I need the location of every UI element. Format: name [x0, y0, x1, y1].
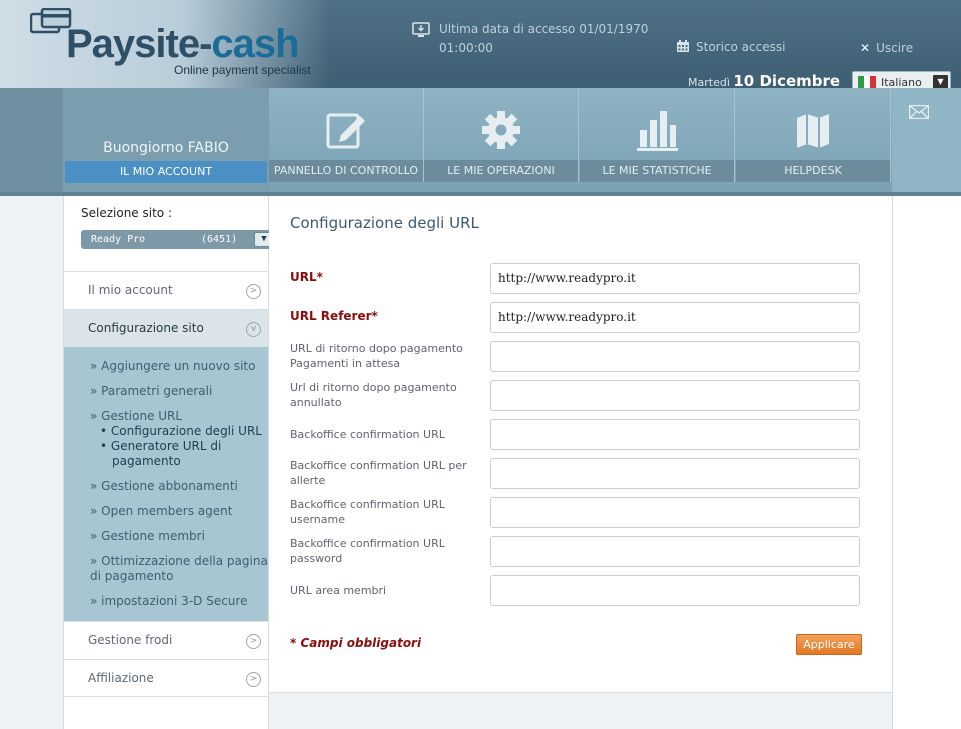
account-box: Buongiorno FABIO IL MIO ACCOUNT	[63, 88, 269, 194]
pending-return-url-field[interactable]	[490, 341, 860, 372]
history-label: Storico accessi	[696, 40, 786, 54]
submenu-members[interactable]: » Gestione membri	[90, 529, 205, 544]
nav-left-spacer	[0, 88, 63, 194]
site-name: Ready Pro	[91, 234, 146, 245]
map-icon	[797, 114, 829, 148]
submenu-payment-url-generator-cont[interactable]: pagamento	[112, 454, 181, 469]
url-field[interactable]: http://www.readypro.it	[490, 263, 860, 294]
tab-control-panel-label: PANNELLO DI CONTROLLO	[269, 160, 423, 182]
gear-icon	[482, 111, 520, 149]
submenu-payment-url-generator[interactable]: • Generatore URL di	[100, 439, 221, 454]
chevron-right-icon: >	[246, 284, 261, 299]
submenu-general-params[interactable]: » Parametri generali	[90, 384, 212, 399]
logo-text: Paysite-cash	[66, 22, 300, 66]
url-referer-label: URL Referer*	[290, 309, 378, 323]
apply-button[interactable]: Applicare	[796, 634, 862, 655]
edit-icon	[326, 113, 365, 149]
cancel-return-url-field[interactable]	[490, 380, 860, 411]
submenu-3d-secure[interactable]: » impostazioni 3-D Secure	[90, 594, 247, 609]
tab-helpdesk-label: HELPDESK	[736, 160, 890, 182]
backoffice-password-field[interactable]	[490, 536, 860, 567]
backoffice-confirmation-url-label: Backoffice confirmation URL	[290, 428, 445, 441]
sidebar: Selezione sito : Ready Pro (6451) ▼ Il m…	[63, 196, 276, 729]
tab-my-operations-label: LE MIE OPERAZIONI	[424, 160, 578, 182]
pending-return-url-label: URL di ritorno dopo pagamento Pagamenti …	[290, 342, 463, 370]
bar-chart-icon	[637, 111, 678, 151]
submenu-payment-page-optimization[interactable]: » Ottimizzazione della pagina	[90, 554, 268, 569]
submenu-open-members-agent[interactable]: » Open members agent	[90, 504, 232, 519]
close-icon: ✕	[860, 41, 871, 55]
mail-icon[interactable]	[909, 105, 929, 119]
logo-tagline: Online payment specialist	[174, 63, 311, 77]
submenu-payment-page-optimization-cont[interactable]: di pagamento	[90, 569, 173, 584]
mail-area	[892, 88, 961, 194]
backoffice-alert-url-field[interactable]	[490, 458, 860, 489]
required-fields-note: * Campi obbligatori	[290, 636, 422, 650]
url-label: URL*	[290, 270, 323, 284]
site-select-label: Selezione sito :	[81, 206, 172, 220]
last-access-info: Ultima data di accesso 01/01/1970 01:00:…	[412, 20, 648, 58]
members-area-url-label: URL area membri	[290, 584, 387, 597]
site-code: (6451)	[201, 234, 238, 245]
sidebar-item-affiliation[interactable]: Affiliazione >	[64, 659, 268, 697]
logout-link[interactable]: ✕ Uscire	[860, 41, 913, 55]
main-content: Configurazione degli URL URL* http://www…	[269, 196, 892, 693]
chevron-right-icon: >	[246, 672, 261, 687]
url-referer-field[interactable]: http://www.readypro.it	[490, 302, 860, 333]
tab-my-account[interactable]: IL MIO ACCOUNT	[65, 161, 267, 183]
sidebar-item-label: Gestione frodi	[88, 633, 173, 647]
sidebar-item-my-account[interactable]: Il mio account >	[64, 271, 268, 309]
header: Paysite-cash Online payment specialist U…	[0, 0, 961, 93]
greeting: Buongiorno FABIO	[103, 140, 229, 156]
backoffice-username-field[interactable]	[490, 497, 860, 528]
sidebar-item-label: Il mio account	[88, 283, 173, 297]
tab-my-statistics-label: LE MIE STATISTICHE	[580, 160, 734, 182]
cancel-return-url-label: Url di ritorno dopo pagamento annullato	[290, 381, 457, 409]
logout-label: Uscire	[876, 41, 914, 55]
sidebar-item-fraud[interactable]: Gestione frodi >	[64, 621, 268, 659]
sidebar-item-label: Configurazione sito	[88, 321, 204, 335]
chevron-down-icon[interactable]: ▼	[933, 75, 948, 89]
site-select[interactable]: Ready Pro (6451) ▼	[81, 230, 276, 249]
tab-control-panel[interactable]: PANNELLO DI CONTROLLO	[269, 88, 424, 182]
main-nav: Buongiorno FABIO IL MIO ACCOUNT PANNELLO…	[0, 88, 961, 194]
last-access-time: 01:00:00	[439, 41, 493, 55]
history-link[interactable]: Storico accessi	[676, 40, 785, 54]
monitor-icon	[412, 22, 430, 37]
submenu: » Aggiungere un nuovo sito » Parametri g…	[64, 347, 268, 624]
page-title: Configurazione degli URL	[290, 214, 479, 232]
sidebar-item-label: Affiliazione	[88, 671, 154, 685]
tab-helpdesk[interactable]: HELPDESK	[736, 88, 891, 182]
backoffice-confirmation-url-field[interactable]	[490, 419, 860, 450]
tab-my-operations[interactable]: LE MIE OPERAZIONI	[424, 88, 579, 182]
submenu-add-site[interactable]: » Aggiungere un nuovo sito	[90, 359, 255, 374]
members-area-url-field[interactable]	[490, 575, 860, 606]
backoffice-username-label: Backoffice confirmation URL username	[290, 498, 445, 526]
submenu-url-management[interactable]: » Gestione URL	[90, 409, 182, 424]
sidebar-item-site-configuration[interactable]: Configurazione sito v	[64, 309, 268, 347]
backoffice-alert-url-label: Backoffice confirmation URL per allerte	[290, 459, 467, 487]
chevron-right-icon: >	[246, 634, 261, 649]
backoffice-password-label: Backoffice confirmation URL password	[290, 537, 445, 565]
tab-my-statistics[interactable]: LE MIE STATISTICHE	[580, 88, 735, 182]
submenu-subscriptions[interactable]: » Gestione abbonamenti	[90, 479, 238, 494]
last-access-date: Ultima data di accesso 01/01/1970	[439, 22, 649, 36]
content-bottom-spacer	[269, 693, 892, 729]
logo[interactable]: Paysite-cash Online payment specialist	[0, 0, 330, 88]
chevron-down-icon: v	[246, 322, 261, 337]
submenu-url-configuration[interactable]: • Configurazione degli URL	[100, 424, 262, 439]
right-gutter	[892, 196, 961, 729]
calendar-icon	[677, 40, 689, 52]
italy-flag-icon	[858, 76, 876, 88]
